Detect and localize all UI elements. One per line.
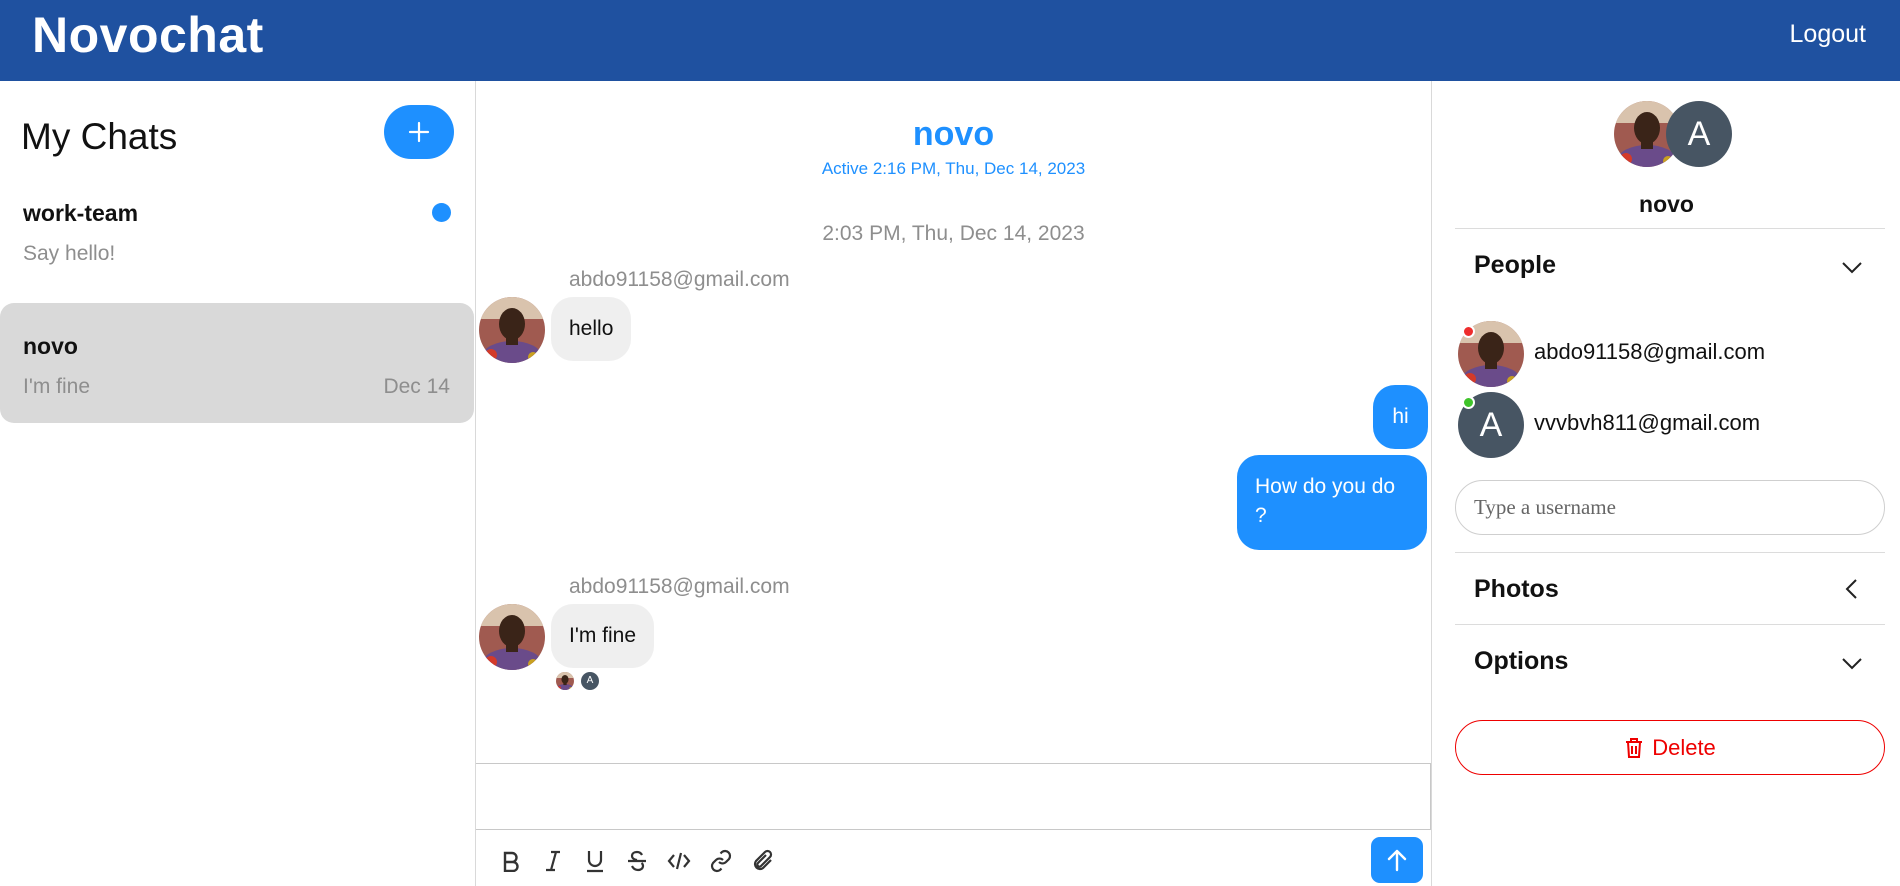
outgoing-message: How do you do ? bbox=[1237, 455, 1427, 550]
options-section-header[interactable]: Options bbox=[1474, 647, 1568, 676]
chevron-left-icon[interactable] bbox=[1840, 577, 1864, 601]
outgoing-message: hi bbox=[1373, 385, 1428, 449]
person-email: vvvbvh811@gmail.com bbox=[1534, 410, 1761, 435]
link-icon[interactable] bbox=[708, 848, 734, 874]
incoming-message: I'm fine bbox=[551, 604, 655, 668]
attachment-icon[interactable] bbox=[750, 848, 776, 874]
photos-section-header[interactable]: Photos bbox=[1474, 575, 1559, 604]
strikethrough-icon[interactable] bbox=[624, 848, 650, 874]
chat-list-item[interactable]: work-team Say hello! bbox=[0, 170, 474, 290]
message-timestamp: 2:03 PM, Thu, Dec 14, 2023 bbox=[822, 222, 1085, 245]
sidebar-title: My Chats bbox=[21, 116, 178, 157]
divider bbox=[1455, 228, 1885, 229]
unread-indicator bbox=[432, 203, 451, 222]
trash-icon bbox=[1626, 737, 1643, 758]
offline-status-dot bbox=[1462, 325, 1475, 338]
app-logo: Novochat bbox=[32, 7, 264, 63]
chat-list-sidebar: My Chats work-team Say hello! novo I'm f… bbox=[0, 81, 476, 886]
chat-preview: Say hello! bbox=[23, 242, 116, 265]
divider bbox=[1455, 552, 1885, 553]
message-sender: abdo91158@gmail.com bbox=[569, 575, 790, 598]
person-item[interactable]: abdo91158@gmail.com bbox=[1458, 321, 1878, 387]
bold-icon[interactable] bbox=[498, 848, 524, 874]
person-email: abdo91158@gmail.com bbox=[1534, 339, 1766, 364]
incoming-message: hello bbox=[551, 297, 632, 361]
delete-chat-button[interactable]: Delete bbox=[1455, 720, 1885, 775]
chat-name: novo bbox=[23, 333, 78, 359]
delete-label: Delete bbox=[1652, 734, 1716, 760]
chat-list-item-active[interactable]: novo I'm fine Dec 14 bbox=[0, 303, 474, 423]
read-receipt-avatar: A bbox=[581, 672, 599, 690]
arrow-up-icon bbox=[1387, 849, 1407, 872]
add-user-input[interactable] bbox=[1455, 480, 1885, 535]
italic-icon[interactable] bbox=[540, 848, 566, 874]
code-icon[interactable] bbox=[666, 848, 692, 874]
avatar bbox=[479, 604, 545, 670]
formatting-toolbar bbox=[498, 848, 776, 874]
chat-name: work-team bbox=[23, 200, 139, 226]
message-text-line: ? bbox=[1255, 504, 1267, 527]
send-button[interactable] bbox=[1371, 837, 1423, 883]
chat-date: Dec 14 bbox=[383, 375, 450, 398]
avatar: A bbox=[1666, 101, 1732, 167]
message-text-line: How do you do bbox=[1255, 475, 1396, 498]
chat-avatar-group: A bbox=[1614, 101, 1734, 167]
chat-preview: I'm fine bbox=[23, 375, 91, 398]
chevron-down-icon[interactable] bbox=[1840, 651, 1864, 675]
logout-button[interactable]: Logout bbox=[1790, 20, 1866, 49]
chevron-down-icon[interactable] bbox=[1840, 255, 1864, 279]
people-section-header[interactable]: People bbox=[1474, 251, 1556, 280]
message-composer bbox=[476, 763, 1431, 886]
details-chat-name: novo bbox=[1639, 191, 1694, 217]
chat-details-panel: A novo People abdo91158@gmail.com A vvvb… bbox=[1431, 81, 1900, 886]
avatar bbox=[479, 297, 545, 363]
conversation-status: Active 2:16 PM, Thu, Dec 14, 2023 bbox=[821, 159, 1086, 178]
conversation-title: novo bbox=[912, 115, 995, 153]
new-chat-button[interactable] bbox=[384, 105, 454, 159]
message-sender: abdo91158@gmail.com bbox=[569, 268, 790, 291]
divider bbox=[1455, 624, 1885, 625]
message-input[interactable] bbox=[476, 764, 1431, 830]
underline-icon[interactable] bbox=[582, 848, 608, 874]
read-receipt-avatar bbox=[556, 672, 574, 690]
app-header: Novochat Logout bbox=[0, 0, 1900, 81]
plus-icon bbox=[408, 121, 430, 143]
online-status-dot bbox=[1462, 396, 1475, 409]
person-item[interactable]: A vvvbvh811@gmail.com bbox=[1458, 392, 1878, 458]
